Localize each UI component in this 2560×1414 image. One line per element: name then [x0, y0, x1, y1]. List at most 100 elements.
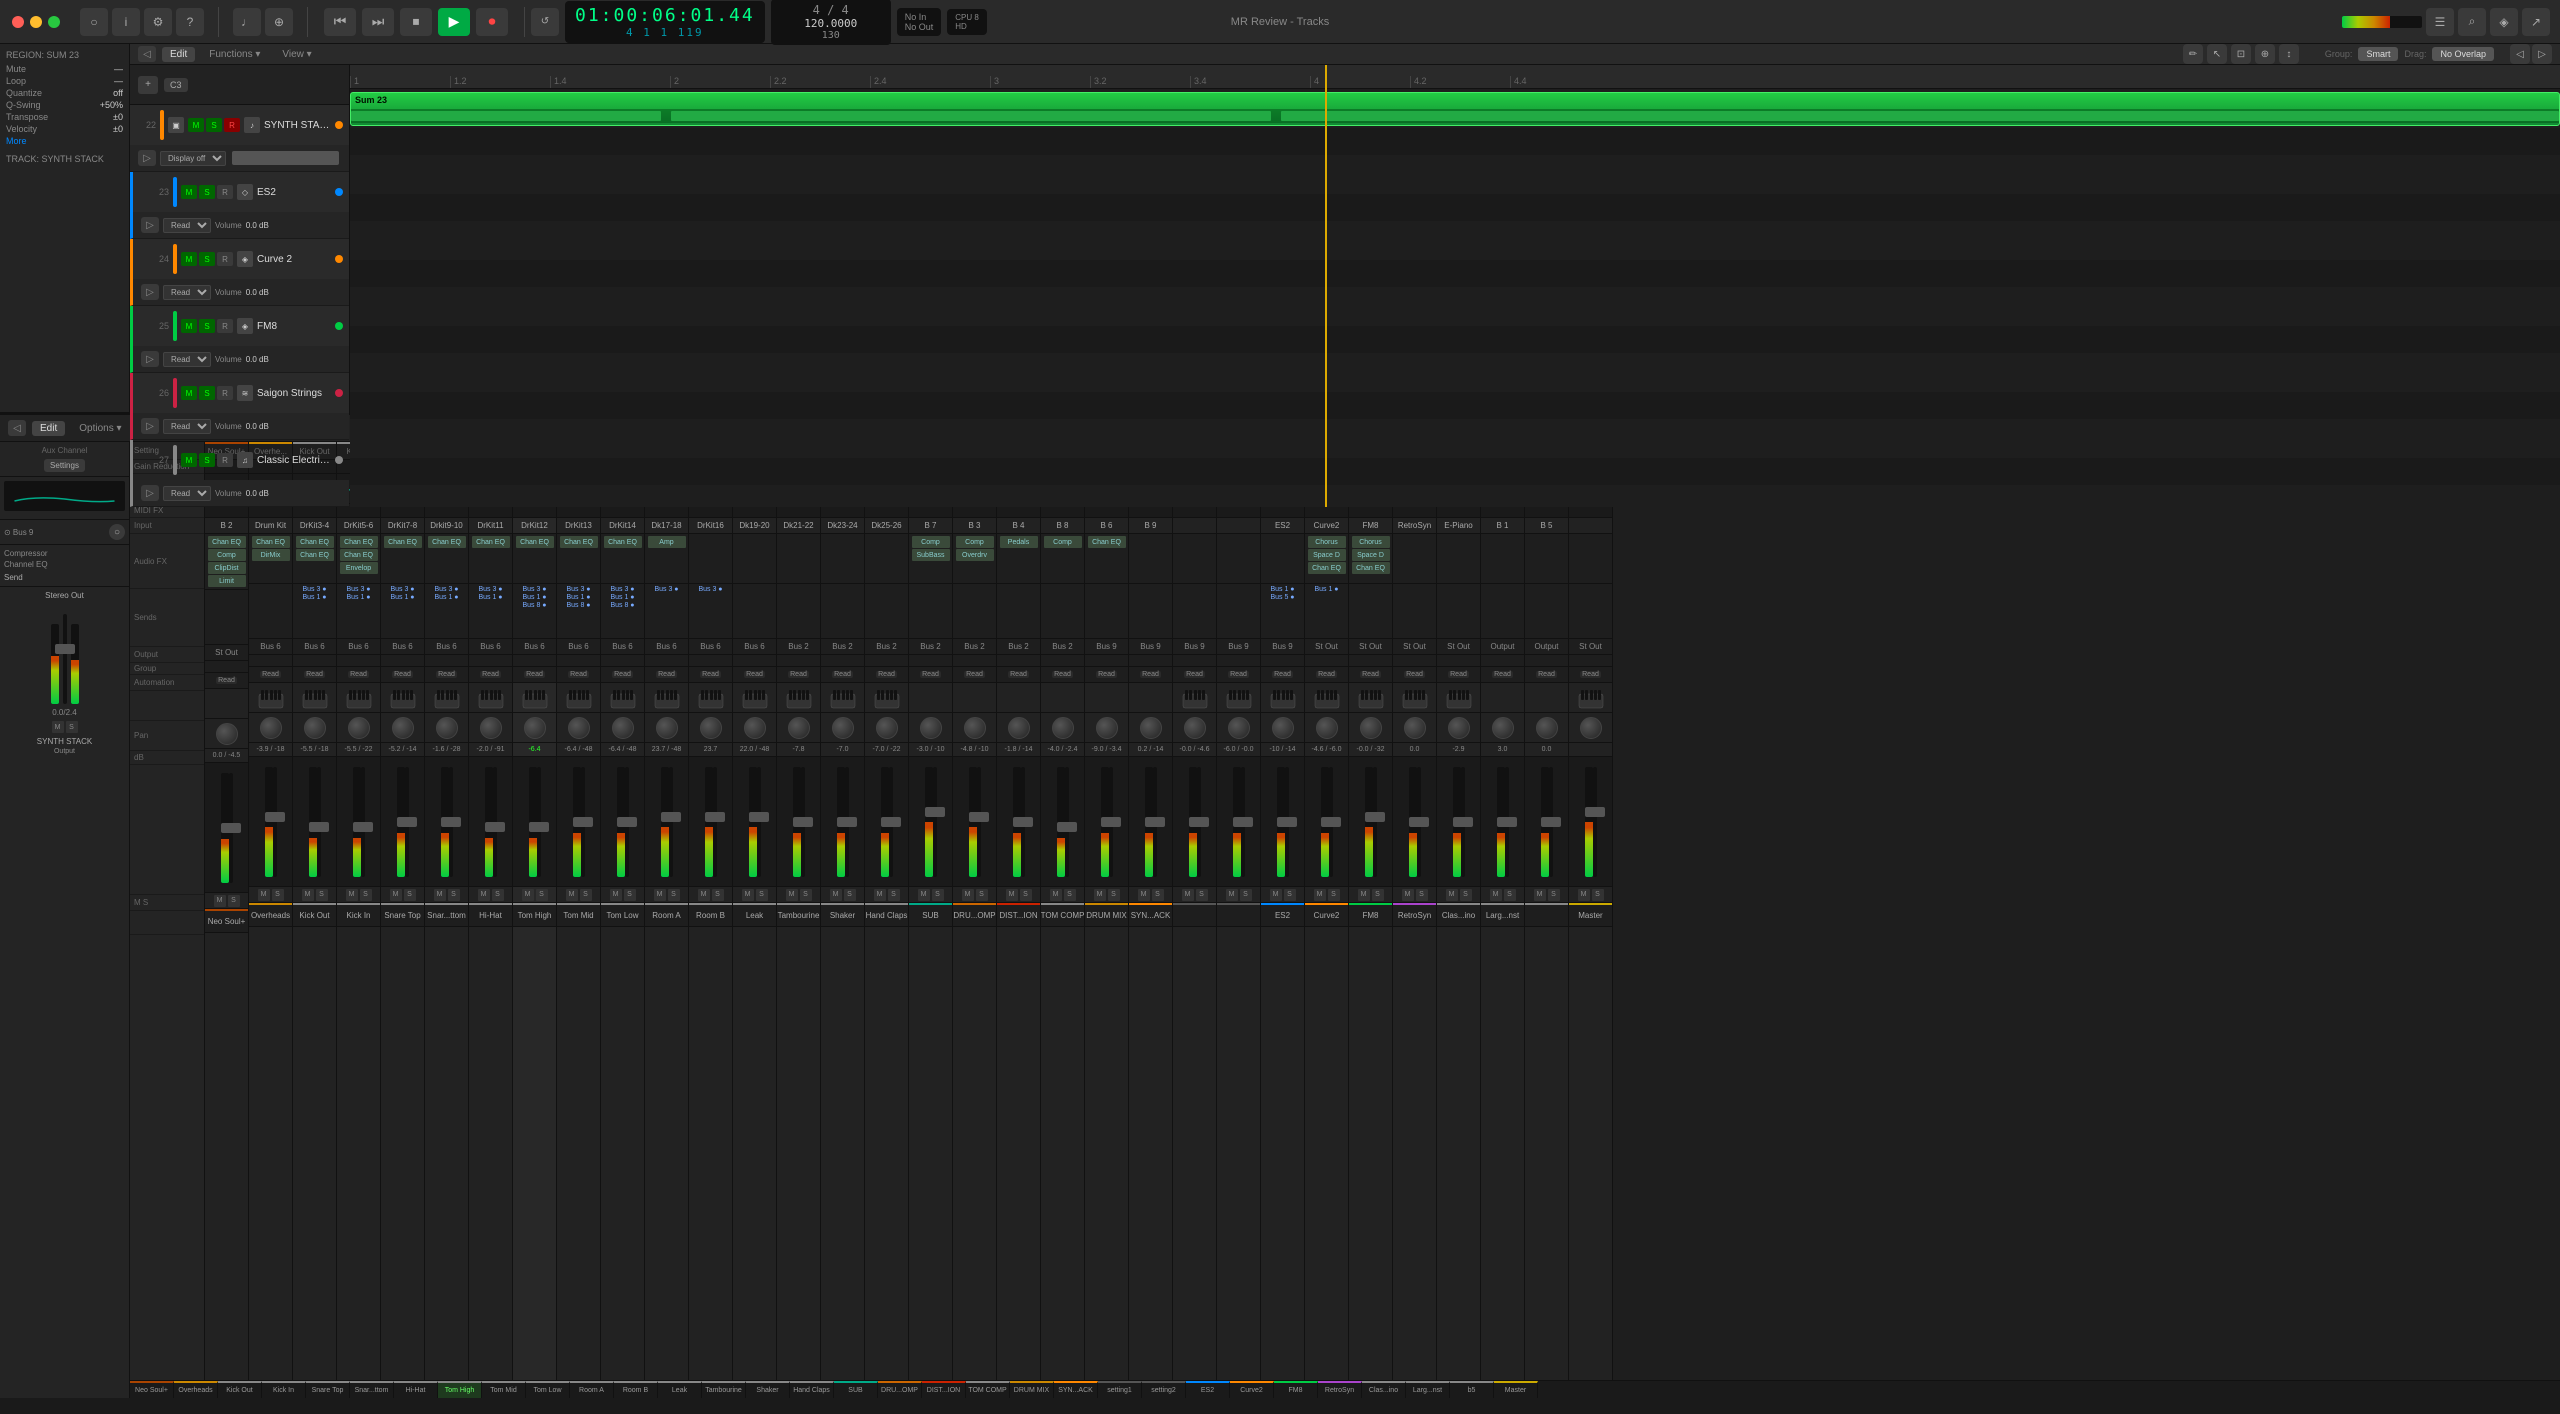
channel-strip-shaker[interactable]: Shaker Dk23-24 Bus 2 Read	[821, 442, 865, 1380]
send-slot-snare-bottom[interactable]: Bus 3 ●	[434, 586, 458, 593]
pan-knob-fm8[interactable]	[1360, 717, 1382, 739]
bottom-name-cell-epiano[interactable]: Clas...ino	[1362, 1381, 1406, 1398]
ch-automation-tambo[interactable]: Read	[777, 667, 820, 683]
ch-m-btn-overheads[interactable]: M	[258, 889, 270, 901]
fx-slot-overheads[interactable]: DirMix	[252, 549, 290, 561]
fx-slot-drum-c[interactable]: Comp	[956, 536, 994, 548]
pan-knob-kick-in[interactable]	[348, 717, 370, 739]
ch-automation-master[interactable]: Read	[1569, 667, 1612, 683]
ch-automation-tom-mid[interactable]: Read	[557, 667, 600, 683]
record-button[interactable]: ⏺	[476, 8, 508, 36]
ch-fader-curve2[interactable]	[1305, 757, 1348, 887]
fx-slot-kick-out[interactable]: Chan EQ	[296, 549, 334, 561]
pan-knob-tambo[interactable]	[788, 717, 810, 739]
fx-slot-subbass[interactable]: SubBass	[912, 549, 950, 561]
mute-btn-27[interactable]: M	[181, 453, 197, 467]
ch-audiofx-tom-comp[interactable]: Comp	[1041, 534, 1084, 584]
ch-pan-aux-ch[interactable]	[1129, 713, 1172, 743]
ch-automation-hi-hat[interactable]: Read	[469, 667, 512, 683]
ch-s-btn-b5[interactable]: S	[1548, 889, 1560, 901]
ch-s-btn-claps[interactable]: S	[888, 889, 900, 901]
minimize-button[interactable]	[30, 16, 42, 28]
ch-automation-neo-soul[interactable]: Read	[205, 673, 248, 689]
pan-knob-epiano[interactable]	[1448, 717, 1470, 739]
ch-s-btn-tom-high[interactable]: S	[536, 889, 548, 901]
ch-fader-snare-bottom[interactable]	[425, 757, 468, 887]
pan-knob-overheads[interactable]	[260, 717, 282, 739]
ch-automation-subbass[interactable]: Read	[909, 667, 952, 683]
fx-slot-drum-mix[interactable]: Chan EQ	[1088, 536, 1126, 548]
ch-sends-tambo[interactable]	[777, 584, 820, 639]
ch-s-btn-master[interactable]: S	[1592, 889, 1604, 901]
bottom-name-cell-room-b[interactable]: Room B	[614, 1381, 658, 1398]
channel-strip-fm8[interactable]: 0.46 Sn... FM8 ChorusSpace DChan EQ St O…	[1349, 442, 1393, 1380]
ch-s-btn-kick-in[interactable]: S	[360, 889, 372, 901]
fader-handle-leak[interactable]	[749, 812, 769, 822]
ch-sends-distortion[interactable]	[997, 584, 1040, 639]
ch-audiofx-snare-bottom[interactable]: Chan EQ	[425, 534, 468, 584]
pan-knob-snare-top[interactable]	[392, 717, 414, 739]
ch-pan-tom-high[interactable]	[513, 713, 556, 743]
channel-strip-subbass[interactable]: SubBass B 7 CompSubBass Bus 2 Read -3.0 …	[909, 442, 953, 1380]
ch-audiofx-setting2[interactable]	[1217, 534, 1260, 584]
ch-audiofx-drum-mix[interactable]: Chan EQ	[1085, 534, 1128, 584]
channel-strip-tambo[interactable]: Tambo... Dk21-22 Bus 2 Read	[777, 442, 821, 1380]
region-sum23[interactable]: Sum 23	[350, 92, 2560, 126]
ch-sends-snare-bottom[interactable]: Bus 3 ●Bus 1 ●	[425, 584, 468, 639]
ch-audiofx-room-b[interactable]	[689, 534, 732, 584]
arrange-collapse-btn[interactable]: ◁	[138, 46, 156, 62]
fx-slot-drum-c[interactable]: Overdrv	[956, 549, 994, 561]
send-slot-tom-low[interactable]: Bus 8 ●	[610, 602, 634, 609]
pan-knob-curve2[interactable]	[1316, 717, 1338, 739]
ch-sends-es2[interactable]: Bus 1 ●Bus 5 ●	[1261, 584, 1304, 639]
ch-audiofx-shaker[interactable]	[821, 534, 864, 584]
bottom-name-cell-leak[interactable]: Leak	[658, 1381, 702, 1398]
rec-btn-24[interactable]: R	[217, 252, 233, 266]
ch-pan-hi-hat[interactable]	[469, 713, 512, 743]
expand-btn-22[interactable]: ▷	[138, 150, 156, 166]
ch-sends-snare-top[interactable]: Bus 3 ●Bus 1 ●	[381, 584, 424, 639]
ch-audiofx-tambo[interactable]	[777, 534, 820, 584]
fader-handle-setting1[interactable]	[1189, 817, 1209, 827]
mixer-edit-menu[interactable]: Edit	[32, 421, 65, 436]
ch-m-btn-subbass[interactable]: M	[918, 889, 930, 901]
bottom-name-cell-master[interactable]: Master	[1494, 1381, 1538, 1398]
ch-fader-kick-in[interactable]	[337, 757, 380, 887]
ch-s-btn-aux-ch[interactable]: S	[1152, 889, 1164, 901]
fader-handle-drum-c[interactable]	[969, 812, 989, 822]
ch-audiofx-neo-soul[interactable]: Chan EQCompClipDistLimit	[205, 534, 248, 590]
ch-sends-room-a[interactable]: Bus 3 ●	[645, 584, 688, 639]
send-slot-tom-mid[interactable]: Bus 1 ●	[566, 594, 590, 601]
ch-fader-b1[interactable]	[1481, 757, 1524, 887]
ch-automation-tom-low[interactable]: Read	[601, 667, 644, 683]
solo-btn-27[interactable]: S	[199, 453, 215, 467]
pan-knob-room-a[interactable]	[656, 717, 678, 739]
ch-audiofx-retrosyn[interactable]	[1393, 534, 1436, 584]
fader-handle-snare-bottom[interactable]	[441, 817, 461, 827]
pan-knob-hi-hat[interactable]	[480, 717, 502, 739]
ch-automation-overheads[interactable]: Read	[249, 667, 292, 683]
bottom-name-cell-room-a[interactable]: Room A	[570, 1381, 614, 1398]
ch-automation-aux-ch[interactable]: Read	[1129, 667, 1172, 683]
ch-s-btn-shaker[interactable]: S	[844, 889, 856, 901]
fader-handle-kick-out[interactable]	[309, 822, 329, 832]
ch-m-btn-snare-bottom[interactable]: M	[434, 889, 446, 901]
smart-mode[interactable]: Smart	[2358, 47, 2398, 61]
pan-knob-snare-bottom[interactable]	[436, 717, 458, 739]
ch-m-btn-hi-hat[interactable]: M	[478, 889, 490, 901]
solo-btn-23[interactable]: S	[199, 185, 215, 199]
ch-automation-snare-top[interactable]: Read	[381, 667, 424, 683]
fx-slot-kick-in[interactable]: Chan EQ	[340, 536, 378, 548]
send-slot-tom-high[interactable]: Bus 3 ●	[522, 586, 546, 593]
fader-handle-tambo[interactable]	[793, 817, 813, 827]
functions-menu[interactable]: Functions ▾	[201, 47, 268, 62]
fader-handle-master[interactable]	[1585, 807, 1605, 817]
bottom-name-cell-tom-comp[interactable]: TOM COMP	[966, 1381, 1010, 1398]
channel-strip-tom-low[interactable]: Tom Low DrKit14 Chan EQ Bus 3 ●Bus 1 ●Bu…	[601, 442, 645, 1380]
fx-slot-hi-hat[interactable]: Chan EQ	[472, 536, 510, 548]
fader-handle-claps[interactable]	[881, 817, 901, 827]
bottom-name-cell-retrosyn[interactable]: RetroSyn	[1318, 1381, 1362, 1398]
fader-handle-subbass[interactable]	[925, 807, 945, 817]
fx-slot-fm8[interactable]: Chorus	[1352, 536, 1390, 548]
ch-pan-es2[interactable]	[1261, 713, 1304, 743]
